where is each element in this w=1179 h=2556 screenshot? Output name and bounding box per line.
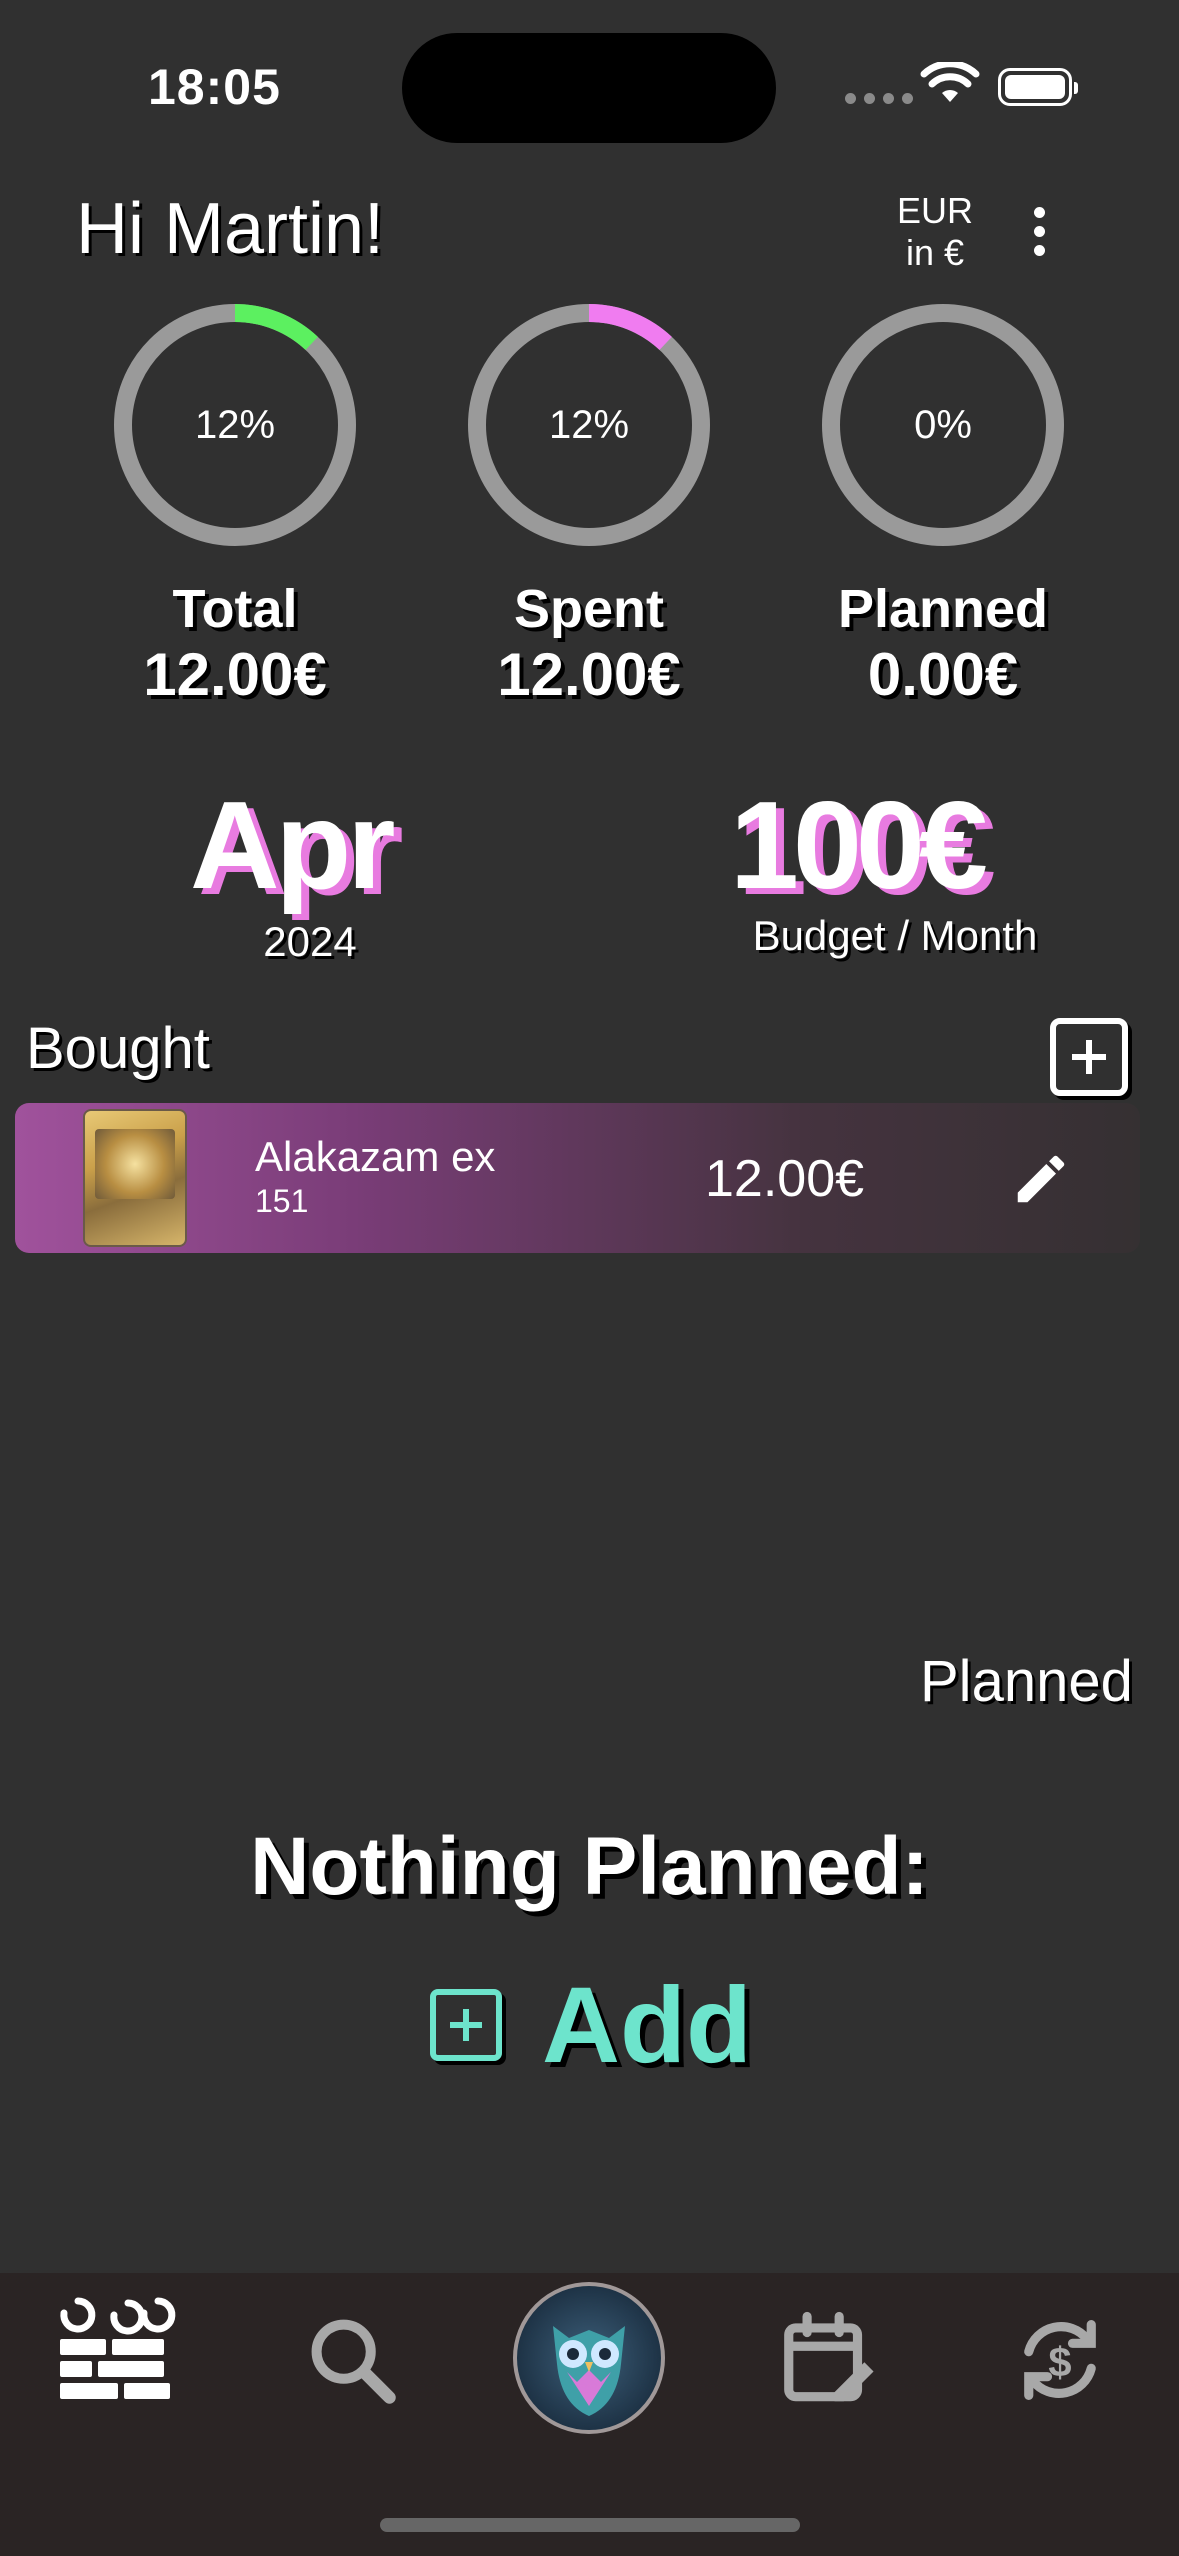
wifi-icon xyxy=(920,60,980,111)
card-thumbnail xyxy=(85,1111,185,1245)
home-indicator xyxy=(380,2518,800,2532)
currency-exchange-icon[interactable]: $ xyxy=(990,2295,1130,2425)
more-menu-icon[interactable] xyxy=(1024,207,1054,256)
total-value: 12.00€ xyxy=(143,641,327,708)
greeting: Hi Martin! xyxy=(76,189,385,269)
item-price: 12.00€ xyxy=(705,1150,865,1208)
empty-planned-text: Nothing Planned: xyxy=(250,1821,929,1912)
item-set: 151 xyxy=(255,1183,309,1219)
spent-label: Spent xyxy=(513,579,664,639)
currency-symbol: in € xyxy=(905,232,965,273)
total-progress-ring: 12% xyxy=(110,300,360,550)
budget-amount[interactable]: 100€ xyxy=(730,775,988,917)
owl-logo[interactable] xyxy=(513,2282,665,2434)
list-item[interactable]: Alakazam ex 151 12.00€ xyxy=(15,1103,1140,1253)
add-bought-button[interactable] xyxy=(1050,1018,1128,1096)
total-percent: 12% xyxy=(194,402,276,447)
battery-icon xyxy=(998,68,1078,106)
search-icon[interactable] xyxy=(282,2295,422,2425)
add-label: Add xyxy=(542,1964,752,2085)
add-planned-button[interactable]: Add xyxy=(430,1962,752,2087)
calendar-edit-icon[interactable] xyxy=(760,2295,900,2425)
status-time: 18:05 xyxy=(148,59,281,115)
planned-section-title: Planned xyxy=(920,1649,1133,1714)
planned-label: Planned xyxy=(837,579,1049,639)
planned-value: 0.00€ xyxy=(867,641,1019,708)
spent-value: 12.00€ xyxy=(497,641,681,708)
planned-percent: 0% xyxy=(914,402,972,447)
svg-text:$: $ xyxy=(1048,2339,1071,2386)
bought-section-title: Bought xyxy=(26,1016,210,1081)
total-label: Total xyxy=(172,579,298,639)
currency-code: EUR xyxy=(896,190,973,231)
dynamic-island xyxy=(402,33,776,143)
spent-progress-ring: 12% xyxy=(464,300,714,550)
budget-label: Budget / Month xyxy=(752,912,1038,959)
month-selector[interactable]: Apr xyxy=(190,775,396,917)
edit-icon[interactable] xyxy=(1010,1148,1072,1215)
item-name: Alakazam ex xyxy=(255,1133,496,1180)
cellular-signal-icon xyxy=(845,93,913,104)
collection-icon[interactable] xyxy=(47,2295,187,2425)
add-box-icon xyxy=(430,1988,502,2061)
year-label: 2024 xyxy=(263,918,357,965)
planned-progress-ring: 0% xyxy=(818,300,1068,550)
spent-percent: 12% xyxy=(548,402,630,447)
currency-selector[interactable]: EUR in € xyxy=(880,190,990,274)
